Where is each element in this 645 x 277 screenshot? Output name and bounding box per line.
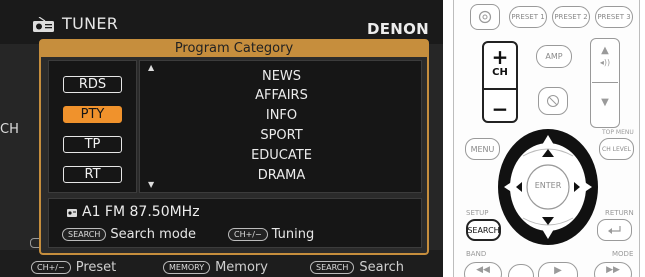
tuning-label: Tuning <box>271 227 315 242</box>
list-item[interactable]: NEWS <box>140 69 423 85</box>
play-icon: ▶ <box>554 264 562 276</box>
category-pty-button[interactable]: PTY <box>63 106 122 123</box>
preset-label: Preset <box>75 259 117 275</box>
memory-key-icon: MEMORY <box>163 260 211 274</box>
remote-control: PRESET 1 PRESET 2 PRESET 3 + CH − AMP ▲ … <box>453 0 640 277</box>
list-item[interactable]: SPORT <box>140 128 423 144</box>
popup-title: Program Category <box>41 41 427 57</box>
rocker-divider <box>484 88 516 90</box>
category-tp-button[interactable]: TP <box>63 136 122 153</box>
mute-button[interactable] <box>538 87 568 115</box>
memory-hint: MEMORY Memory <box>163 259 268 275</box>
phone-icon <box>478 10 492 24</box>
return-icon <box>607 226 621 234</box>
return-label: RETURN <box>605 209 634 217</box>
ch-label: CH <box>492 67 508 78</box>
enter-button[interactable]: ENTER <box>528 181 568 190</box>
rewind-icon: ◀◀ <box>476 265 490 275</box>
return-button[interactable] <box>597 219 632 241</box>
tuning-hint: CH+/− Tuning <box>228 227 314 242</box>
mute-icon <box>547 95 559 107</box>
preset-1-button[interactable]: PRESET 1 <box>509 6 547 28</box>
radio-icon <box>67 209 77 217</box>
rocker-divider <box>592 82 618 83</box>
ch-key-icon: CH+/− <box>31 260 71 274</box>
channel-prefix: CH <box>0 122 19 137</box>
fast-forward-icon: ▶▶ <box>606 265 620 275</box>
search-button[interactable]: SEARCH <box>466 219 501 241</box>
display-header: TUNER DENON <box>0 0 443 44</box>
memory-label: Memory <box>215 259 268 275</box>
category-rt-button[interactable]: RT <box>63 166 122 183</box>
rewind-button[interactable]: ◀◀ <box>464 262 502 277</box>
band-label: BAND <box>466 250 487 258</box>
scroll-down-icon[interactable]: ▼ <box>148 180 154 189</box>
setup-label: SETUP <box>466 209 489 217</box>
ch-level-button[interactable]: CH LEVEL <box>599 138 634 160</box>
tuner-title: TUNER <box>62 14 119 33</box>
fast-forward-button[interactable]: ▶▶ <box>594 262 632 277</box>
brand-logo: DENON <box>366 20 429 38</box>
search-key-icon: SEARCH <box>62 228 107 241</box>
category-menu: RDS PTY TP RT <box>48 60 137 193</box>
volume-up-icon: ▲ <box>601 45 609 56</box>
preset-2-button[interactable]: PRESET 2 <box>552 6 590 28</box>
tuner-display: TUNER DENON TO aying CH CH+/− Preset MEM… <box>0 0 443 277</box>
ch-plus-icon: + <box>491 45 509 69</box>
list-item[interactable]: INFO <box>140 108 423 124</box>
speaker-icon: ◂)) <box>599 58 611 67</box>
list-item[interactable]: AFFAIRS <box>140 88 423 104</box>
preset-3-button[interactable]: PRESET 3 <box>595 6 633 28</box>
radio-icon <box>33 17 54 32</box>
channel-rocker[interactable]: + CH − <box>482 41 518 123</box>
ch-key-icon: CH+/− <box>228 228 268 241</box>
volume-rocker[interactable]: ▲ ◂)) ▼ <box>590 38 620 128</box>
screen: TUNER DENON TO aying CH CH+/− Preset MEM… <box>0 0 645 277</box>
power-button[interactable] <box>470 4 500 30</box>
station-frequency: A1 FM 87.50MHz <box>82 204 200 220</box>
category-rds-button[interactable]: RDS <box>63 76 122 93</box>
volume-down-icon: ▼ <box>601 97 609 108</box>
search-hint: SEARCH Search <box>310 259 404 275</box>
search-key-icon: SEARCH <box>310 260 355 274</box>
top-menu-label: TOP MENU <box>602 129 634 136</box>
pause-button[interactable] <box>508 264 534 277</box>
play-button[interactable]: ▶ <box>538 262 578 277</box>
list-item[interactable]: EDUCATE <box>140 148 423 164</box>
search-mode-hint: SEARCH Search mode <box>62 227 196 242</box>
preset-hint: CH+/− Preset <box>31 259 116 275</box>
search-label: Search <box>359 259 405 275</box>
mode-label: MODE <box>612 250 634 258</box>
list-item[interactable]: DRAMA <box>140 168 423 184</box>
program-type-list: ▲ NEWS AFFAIRS INFO SPORT EDUCATE DRAMA … <box>139 60 422 193</box>
search-mode-label: Search mode <box>110 227 197 242</box>
amp-button[interactable]: AMP <box>536 45 572 68</box>
ch-minus-icon: − <box>491 96 509 121</box>
program-category-popup: Program Category RDS PTY TP RT ▲ NEWS AF… <box>39 39 429 255</box>
station-info: A1 FM 87.50MHz SEARCH Search mode CH+/− … <box>48 198 422 248</box>
